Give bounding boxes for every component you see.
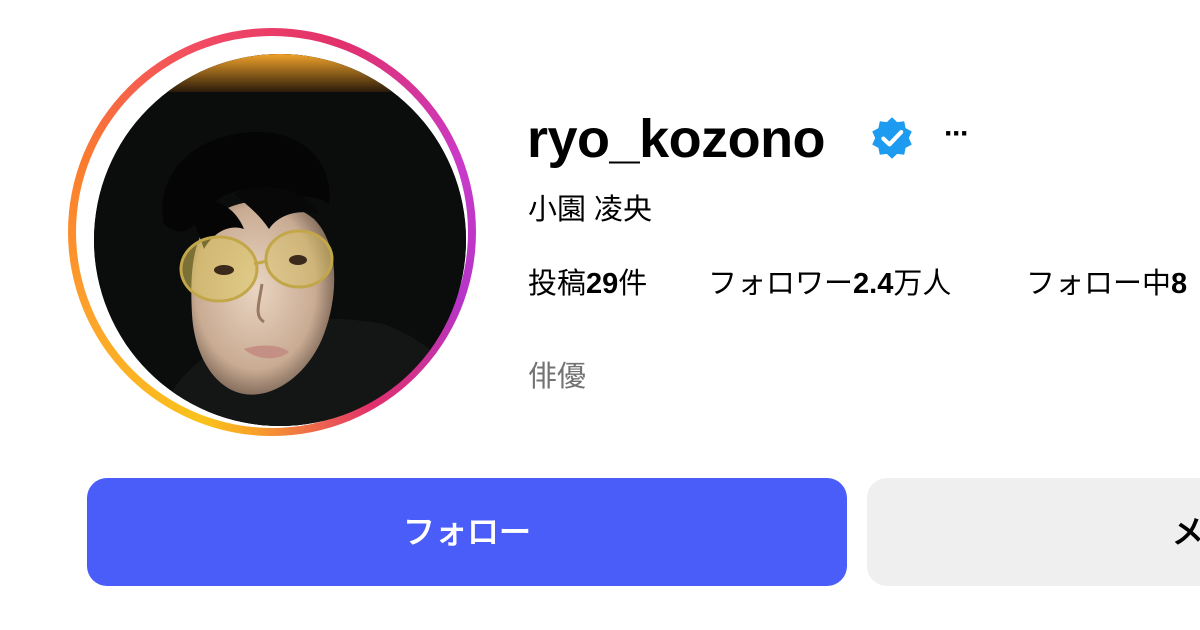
posts-prefix: 投稿 [528,268,587,300]
followers-value: 2.4 [853,268,894,300]
bio: 俳優 [528,361,587,393]
followers-suffix: 万人 [893,268,952,300]
full-name: 小園 凌央 [528,194,653,226]
followers-link[interactable]: フォロワー2.4万人 [708,263,951,305]
avatar[interactable] [94,54,466,426]
posts-suffix: 件 [618,268,648,300]
message-button-label: メ [1172,514,1200,550]
followers-prefix: フォロワー [708,268,854,300]
avatar-gap [76,36,468,428]
following-link[interactable]: フォロー中8 [1026,263,1187,305]
verified-badge-icon [872,117,912,159]
posts-count: 投稿29件 [528,263,647,305]
avatar-photo [94,54,466,426]
posts-value: 29 [586,268,619,300]
story-ring[interactable] [68,28,476,436]
message-button[interactable]: メ [867,478,1200,586]
following-value: 8 [1171,268,1188,300]
following-prefix: フォロー中 [1026,268,1172,300]
follow-button[interactable]: フォロー [87,478,847,586]
profile-page: ryo_kozono ··· 小園 凌央 投稿29件 フォロワー2.4万人 フォ… [0,0,1200,630]
more-options-button[interactable]: ··· [934,112,978,156]
username: ryo_kozono [527,109,826,169]
